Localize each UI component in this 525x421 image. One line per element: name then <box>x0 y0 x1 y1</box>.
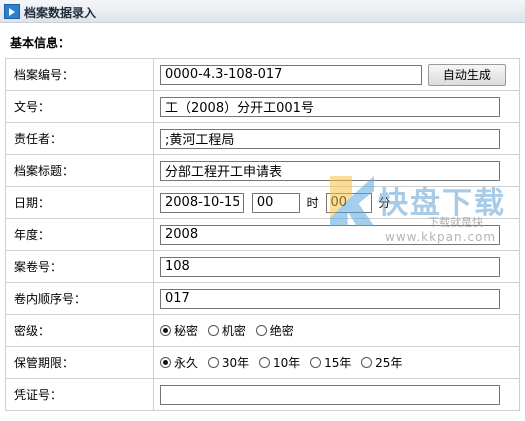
archive-no-label: 档案编号： <box>5 58 154 91</box>
row-doc-no: 文号： <box>5 90 520 123</box>
window-titlebar: 档案数据录入 <box>0 0 525 23</box>
hour-unit: 时 <box>306 196 319 210</box>
radio-icon[interactable] <box>258 357 270 368</box>
year-label: 年度： <box>5 218 154 251</box>
retention-radio-1[interactable]: 30年 <box>207 354 249 371</box>
row-archive-title: 档案标题： <box>5 154 520 187</box>
row-volume-no: 案卷号： <box>5 250 520 283</box>
row-secret-level: 密级： 秘密 机密 绝密 <box>5 314 520 347</box>
voucher-no-label: 凭证号： <box>5 378 154 411</box>
volume-no-input[interactable] <box>160 256 500 277</box>
retention-radio-0[interactable]: 永久 <box>160 354 198 371</box>
inner-seq-input[interactable] <box>160 288 500 309</box>
retention-radio-2[interactable]: 10年 <box>258 354 300 371</box>
inner-seq-label: 卷内顺序号： <box>5 282 154 315</box>
row-archive-no: 档案编号： 自动生成 <box>5 58 520 91</box>
row-inner-seq: 卷内顺序号： <box>5 282 520 315</box>
responsible-label: 责任者： <box>5 122 154 155</box>
secret-radio-2[interactable]: 绝密 <box>255 322 294 339</box>
row-responsible: 责任者： <box>5 122 520 155</box>
radio-selected-icon[interactable] <box>160 325 171 336</box>
archive-title-input[interactable] <box>160 160 500 181</box>
row-date: 日期： 时 分 <box>5 186 520 219</box>
auto-generate-button[interactable]: 自动生成 <box>427 63 506 86</box>
volume-no-label: 案卷号： <box>5 250 154 283</box>
responsible-input[interactable] <box>160 128 500 149</box>
section-title: 基本信息： <box>10 36 71 50</box>
radio-selected-icon[interactable] <box>160 357 171 368</box>
date-label: 日期： <box>5 186 154 219</box>
doc-no-input[interactable] <box>160 96 500 117</box>
secret-level-label: 密级： <box>5 314 154 347</box>
row-voucher-no: 凭证号： <box>5 378 520 411</box>
radio-icon[interactable] <box>207 357 219 368</box>
date-input[interactable] <box>160 192 244 213</box>
retention-radio-4[interactable]: 25年 <box>361 354 402 371</box>
radio-icon[interactable] <box>255 325 267 336</box>
row-year: 年度： <box>5 218 520 251</box>
voucher-no-input[interactable] <box>160 384 500 405</box>
minute-unit: 分 <box>378 196 391 210</box>
archive-title-label: 档案标题： <box>5 154 154 187</box>
minute-input[interactable] <box>325 192 372 213</box>
archive-no-input[interactable] <box>160 64 422 85</box>
doc-no-label: 文号： <box>5 90 154 123</box>
window-title: 档案数据录入 <box>24 6 97 20</box>
radio-icon[interactable] <box>207 325 219 336</box>
retention-radio-3[interactable]: 15年 <box>310 354 351 371</box>
year-input[interactable] <box>160 224 500 245</box>
arrow-right-icon <box>4 4 20 19</box>
row-retention: 保管期限： 永久 30年 10年 15年 25年 <box>5 346 520 379</box>
secret-radio-1[interactable]: 机密 <box>207 322 246 339</box>
secret-radio-0[interactable]: 秘密 <box>160 322 198 339</box>
archive-form: 档案编号： 自动生成 文号： 责任者： 档案标题： 日期： 时 分 <box>5 58 520 411</box>
radio-icon[interactable] <box>310 357 322 368</box>
hour-input[interactable] <box>251 192 300 213</box>
radio-icon[interactable] <box>361 357 373 368</box>
retention-label: 保管期限： <box>5 346 154 379</box>
